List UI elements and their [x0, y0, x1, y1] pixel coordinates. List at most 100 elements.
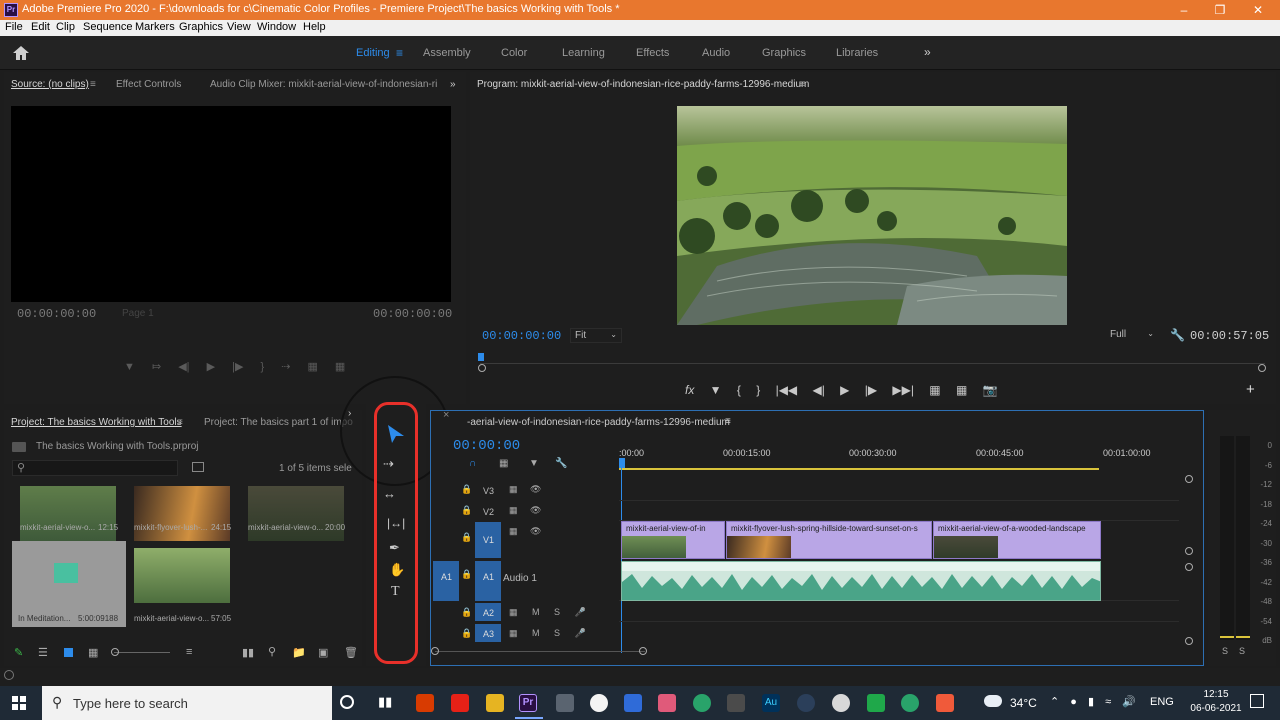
track-lock-icon[interactable]: 🔒 [461, 607, 472, 618]
track-a3-controls[interactable]: ▦ M S 🎤 [509, 628, 586, 639]
track-label-a3[interactable]: A3 [483, 629, 494, 639]
menu-clip[interactable]: Clip [56, 21, 75, 33]
program-playhead[interactable] [478, 353, 484, 361]
workspace-effects[interactable]: Effects [636, 47, 669, 59]
workspace-libraries[interactable]: Libraries [836, 47, 878, 59]
source-tab-menu-icon[interactable]: ≡ [90, 79, 96, 90]
system-tray-icons[interactable]: ⌃ ● ▮ ≈ 🔊 [1050, 695, 1136, 708]
freeform-view-icon[interactable]: ▦ [88, 646, 98, 659]
workspace-learning[interactable]: Learning [562, 47, 605, 59]
zoom-slider[interactable] [114, 652, 170, 653]
track-v3-controls[interactable]: ▦ 👁 [509, 484, 541, 495]
tab-effect-controls[interactable]: Effect Controls [116, 79, 181, 90]
file-explorer-icon[interactable] [486, 694, 504, 712]
video-clip[interactable]: mixkit-flyover-lush-spring-hillside-towa… [726, 521, 932, 559]
track-select-tool-icon[interactable]: ⇢ [383, 456, 394, 472]
video-tracks-scroll-handle[interactable] [1185, 547, 1193, 555]
timeline-scroll-handle-left[interactable] [431, 647, 439, 655]
audio-tracks-scroll-handle[interactable] [1185, 563, 1193, 571]
new-bin-icon[interactable]: 📁 [292, 646, 306, 659]
zoom-slider-handle[interactable] [111, 648, 119, 656]
solo-right-button[interactable]: S [1239, 646, 1245, 656]
weather-temperature[interactable]: 34°C [1010, 696, 1037, 710]
nvidia-icon[interactable] [727, 694, 745, 712]
list-view-icon[interactable]: ☰ [38, 646, 48, 659]
premiere-taskbar-icon[interactable]: Pr [519, 694, 537, 712]
menu-file[interactable]: File [5, 21, 23, 33]
program-transport-controls[interactable]: fx ▼ { } |◀◀ ◀| ▶ |▶ ▶▶| ▦ ▦ 📷 [685, 383, 1055, 399]
clock-time[interactable]: 12:15 [1196, 689, 1236, 700]
source-transport-controls[interactable]: ▼ ⤇ ◀| ▶ |▶ } ⇢ ▦ ▦ [124, 360, 404, 374]
tab-audio-clip-mixer[interactable]: Audio Clip Mixer: mixkit-aerial-view-of-… [210, 79, 437, 90]
timeline-playhead-handle[interactable] [619, 458, 625, 468]
timeline-close-icon[interactable]: × [443, 409, 449, 421]
zoom-handle-right[interactable] [1258, 364, 1266, 372]
menu-graphics[interactable]: Graphics [179, 21, 223, 33]
program-time-ruler[interactable] [480, 354, 1265, 364]
project-search-input[interactable]: ⚲ [12, 460, 178, 476]
track-v1-controls[interactable]: ▦ 👁 [509, 526, 541, 537]
audio-clip[interactable] [621, 561, 1101, 601]
youtube-icon[interactable] [451, 694, 469, 712]
add-marker-icon[interactable]: ▼ [529, 458, 539, 469]
track-label-a1[interactable]: A1 [483, 572, 494, 582]
taskbar-search-box[interactable]: ⚲ Type here to search [42, 686, 332, 720]
workspace-graphics[interactable]: Graphics [762, 47, 806, 59]
workspace-assembly[interactable]: Assembly [423, 47, 471, 59]
sort-icon[interactable]: ≡ [186, 646, 192, 658]
office-icon[interactable] [416, 694, 434, 712]
ripple-edit-tool-icon[interactable]: ↔ [383, 486, 396, 501]
work-area-bar[interactable] [619, 468, 1099, 470]
type-tool-icon[interactable]: T [391, 584, 400, 600]
tab-project-part1[interactable]: Project: The basics part 1 of impo [204, 417, 353, 428]
selection-tool-icon[interactable] [386, 424, 406, 444]
workspace-audio[interactable]: Audio [702, 47, 730, 59]
settings-wrench-icon[interactable]: 🔧 [1170, 328, 1185, 342]
program-video-frame[interactable] [677, 106, 1067, 325]
program-timecode[interactable]: 00:00:00:00 [482, 329, 561, 343]
linked-selection-icon[interactable]: ▦ [499, 458, 508, 469]
pencil-icon[interactable]: ✎ [14, 646, 23, 659]
pen-tool-icon[interactable]: ✒ [389, 540, 400, 556]
tab-source[interactable]: Source: (no clips) [11, 79, 89, 90]
new-item-icon[interactable]: ▣ [318, 646, 328, 659]
menu-view[interactable]: View [227, 21, 251, 33]
hand-tool-icon[interactable]: ✋ [389, 562, 405, 578]
track-v2-controls[interactable]: ▦ 👁 [509, 505, 541, 516]
resolution-dropdown[interactable]: Full ⌄ [1106, 328, 1158, 343]
clock-date[interactable]: 06-06-2021 [1184, 703, 1248, 714]
source-timecode[interactable]: 00:00:00:00 [17, 307, 96, 321]
program-tab-menu-icon[interactable]: ≡ [800, 79, 806, 90]
icon-view-icon[interactable] [64, 648, 73, 657]
track-lock-icon[interactable]: 🔒 [461, 628, 472, 639]
whatsapp-desktop-icon[interactable] [901, 694, 919, 712]
video-clip[interactable]: mixkit-aerial-view-of-in [621, 521, 725, 559]
xbox-icon[interactable] [832, 694, 850, 712]
video-clip[interactable]: mixkit-aerial-view-of-a-wooded-landscape [933, 521, 1101, 559]
workspace-color[interactable]: Color [501, 47, 527, 59]
track-lock-icon[interactable]: 🔒 [461, 569, 472, 580]
timeline-scroll-handle-right[interactable] [639, 647, 647, 655]
writer-icon[interactable] [624, 694, 642, 712]
zoom-handle-left[interactable] [478, 364, 486, 372]
track-label-v2[interactable]: V2 [483, 507, 494, 517]
menu-help[interactable]: Help [303, 21, 326, 33]
workspace-menu-icon[interactable]: ≡ [396, 46, 403, 60]
whatsapp-icon[interactable] [693, 694, 711, 712]
project-tab-menu-icon[interactable]: ≡ [177, 417, 183, 428]
home-icon[interactable] [12, 45, 30, 61]
source-more-tabs-icon[interactable]: » [450, 79, 456, 90]
project-item-thumbnail[interactable] [248, 486, 344, 541]
menu-edit[interactable]: Edit [31, 21, 50, 33]
chrome-icon[interactable] [590, 694, 608, 712]
tab-project-working-with-tools[interactable]: Project: The basics Working with Tools [11, 417, 182, 428]
track-a2-controls[interactable]: ▦ M S 🎤 [509, 607, 586, 618]
menu-markers[interactable]: Markers [135, 21, 175, 33]
automate-to-sequence-icon[interactable]: ▮▮ [242, 646, 254, 659]
menu-window[interactable]: Window [257, 21, 296, 33]
slip-tool-icon[interactable]: |↔| [387, 516, 405, 530]
app-icon[interactable] [658, 694, 676, 712]
camtasia-icon[interactable] [867, 694, 885, 712]
project-item-thumbnail[interactable] [134, 548, 230, 603]
workspace-editing[interactable]: Editing [356, 47, 390, 59]
